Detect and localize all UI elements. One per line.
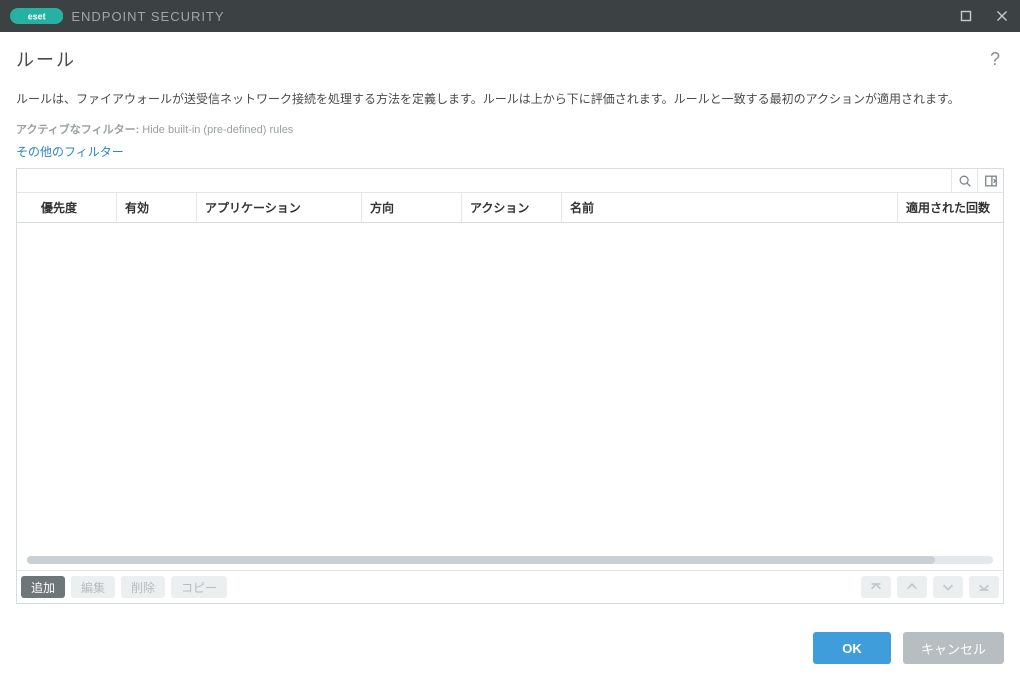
move-top-button (861, 576, 891, 598)
edit-button: 編集 (71, 576, 115, 598)
col-enabled[interactable]: 有効 (117, 193, 197, 222)
page-title: ルール (16, 46, 76, 72)
col-name[interactable]: 名前 (562, 193, 898, 222)
active-filter-line: アクティブなフィルター: Hide built-in (pre-defined)… (16, 121, 1004, 137)
col-priority[interactable]: 優先度 (17, 193, 117, 222)
move-buttons (861, 576, 999, 598)
help-icon[interactable]: ? (990, 49, 1004, 70)
col-action[interactable]: アクション (462, 193, 562, 222)
dialog-footer: OK キャンセル (16, 604, 1004, 664)
page-header: ルール ? (16, 32, 1004, 80)
maximize-button[interactable] (948, 0, 984, 32)
col-direction[interactable]: 方向 (362, 193, 462, 222)
svg-text:eset: eset (28, 12, 46, 22)
search-icon[interactable] (951, 169, 977, 192)
rules-table: 優先度 有効 アプリケーション 方向 アクション 名前 適用された回数 追加 編… (16, 168, 1004, 604)
more-filters-link[interactable]: その他のフィルター (16, 143, 1004, 160)
page-description: ルールは、ファイアウォールが送受信ネットワーク接続を処理する方法を定義します。ル… (16, 90, 1004, 107)
table-actions: 追加 編集 削除 コピー (17, 570, 1003, 603)
search-input[interactable] (17, 169, 951, 192)
delete-button: 削除 (121, 576, 165, 598)
move-up-button (897, 576, 927, 598)
ok-button[interactable]: OK (813, 632, 891, 664)
columns-icon[interactable] (977, 169, 1003, 192)
window-controls (948, 0, 1020, 32)
table-search-row (17, 169, 1003, 193)
eset-logo: eset (10, 7, 63, 25)
title-bar: eset ENDPOINT SECURITY (0, 0, 1020, 32)
cancel-button[interactable]: キャンセル (903, 632, 1004, 664)
col-hit-count[interactable]: 適用された回数 (898, 193, 1003, 222)
close-button[interactable] (984, 0, 1020, 32)
dialog-content: ルール ? ルールは、ファイアウォールが送受信ネットワーク接続を処理する方法を定… (0, 32, 1020, 680)
add-button[interactable]: 追加 (21, 576, 65, 598)
active-filter-value: Hide built-in (pre-defined) rules (142, 124, 293, 136)
move-down-button (933, 576, 963, 598)
move-bottom-button (969, 576, 999, 598)
active-filter-label: アクティブなフィルター: (16, 124, 139, 136)
table-header: 優先度 有効 アプリケーション 方向 アクション 名前 適用された回数 (17, 193, 1003, 223)
scrollbar-thumb[interactable] (27, 556, 935, 564)
horizontal-scrollbar[interactable] (27, 556, 993, 564)
col-application[interactable]: アプリケーション (197, 193, 362, 222)
table-body (17, 223, 1003, 570)
product-name: ENDPOINT SECURITY (71, 9, 224, 24)
copy-button: コピー (171, 576, 227, 598)
